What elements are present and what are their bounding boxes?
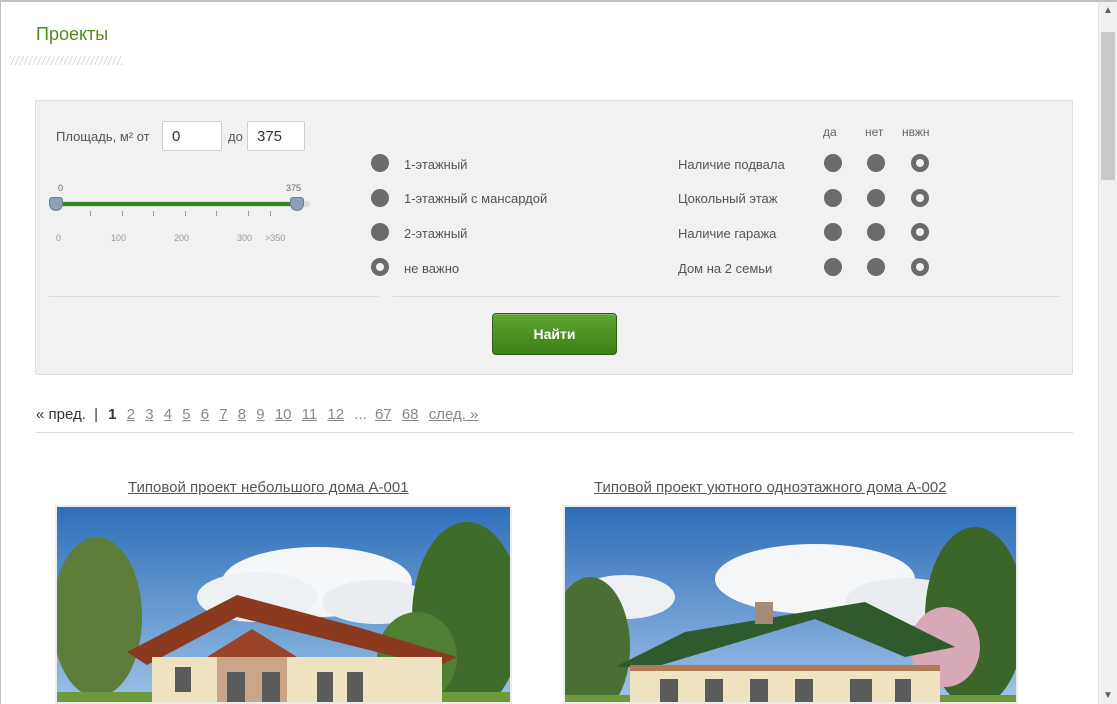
- project-title-link[interactable]: Типовой проект уютного одноэтажного дома…: [594, 479, 947, 496]
- slider-tick: [153, 211, 154, 216]
- pagination-page[interactable]: 67: [375, 406, 392, 423]
- house-picture: [565, 507, 1016, 702]
- feature-radio-any[interactable]: [911, 189, 929, 207]
- floors-option-label: 1-этажный с мансардой: [404, 191, 548, 206]
- vertical-scrollbar[interactable]: ▲ ▼: [1098, 2, 1117, 704]
- feature-radio-yes[interactable]: [824, 258, 842, 276]
- feature-radio-yes[interactable]: [824, 154, 842, 172]
- feature-radio-any[interactable]: [911, 223, 929, 241]
- area-label: Площадь, м² от: [56, 129, 150, 144]
- feature-radio-any[interactable]: [911, 154, 929, 172]
- pagination-divider: [36, 432, 1073, 433]
- feature-radio-no[interactable]: [867, 223, 885, 241]
- feature-label: Наличие подвала: [678, 157, 785, 172]
- slider-tick: [248, 211, 249, 216]
- scroll-up-icon[interactable]: ▲: [1099, 2, 1117, 19]
- pagination: « пред. | 1 2 3 4 5 6 7 8 9 10 11 12 ...…: [36, 406, 484, 423]
- pagination-prev[interactable]: « пред.: [36, 406, 86, 423]
- pagination-page[interactable]: 10: [275, 406, 292, 423]
- page-title: Проекты: [36, 24, 109, 44]
- panel-divider: [49, 296, 379, 297]
- slider-tick: [216, 211, 217, 216]
- floors-option-label: 2-этажный: [404, 226, 468, 241]
- slider-scale-label: >350: [265, 233, 286, 243]
- scroll-thumb[interactable]: [1101, 32, 1115, 180]
- floors-radio-2[interactable]: [371, 189, 389, 207]
- area-slider-max-handle[interactable]: [290, 197, 304, 211]
- slider-tick: [90, 211, 91, 216]
- pagination-page[interactable]: 7: [219, 406, 227, 423]
- feature-radio-no[interactable]: [867, 258, 885, 276]
- project-title-link[interactable]: Типовой проект небольшого дома А-001: [128, 479, 409, 496]
- floors-radio-3[interactable]: [371, 223, 389, 241]
- pagination-page[interactable]: 8: [238, 406, 246, 423]
- pagination-separator: |: [94, 406, 98, 423]
- area-to-input[interactable]: [247, 121, 305, 151]
- pagination-page[interactable]: 68: [402, 406, 419, 423]
- feature-label: Дом на 2 семьи: [678, 261, 773, 276]
- feature-radio-no[interactable]: [867, 189, 885, 207]
- area-to-label: до: [228, 129, 243, 144]
- scroll-down-icon[interactable]: ▼: [1099, 687, 1117, 704]
- column-header-no: нет: [865, 125, 884, 139]
- pagination-page[interactable]: 5: [182, 406, 190, 423]
- feature-label: Цокольный этаж: [678, 191, 778, 206]
- project-image[interactable]: [563, 505, 1018, 704]
- floors-option-label: не важно: [404, 261, 460, 276]
- slider-max-value: 375: [286, 183, 302, 193]
- title-underline-decoration: [10, 56, 122, 65]
- slider-tick: [270, 211, 271, 216]
- slider-tick: [122, 211, 123, 216]
- panel-divider: [393, 296, 1060, 297]
- column-header-yes: да: [823, 125, 837, 139]
- feature-radio-no[interactable]: [867, 154, 885, 172]
- slider-scale-label: 300: [237, 233, 253, 243]
- pagination-page[interactable]: 9: [256, 406, 264, 423]
- project-image[interactable]: [55, 505, 512, 704]
- pagination-page[interactable]: 4: [164, 406, 172, 423]
- slider-scale-label: 200: [174, 233, 190, 243]
- house-picture: [57, 507, 510, 702]
- pagination-page[interactable]: 11: [302, 406, 318, 423]
- pagination-next[interactable]: след. »: [429, 406, 479, 423]
- area-slider-min-handle[interactable]: [49, 197, 63, 211]
- pagination-page[interactable]: 6: [201, 406, 209, 423]
- slider-tick: [185, 211, 186, 216]
- find-button[interactable]: Найти: [492, 313, 617, 355]
- pagination-page[interactable]: 3: [145, 406, 153, 423]
- pagination-page[interactable]: 2: [127, 406, 135, 423]
- area-from-input[interactable]: [162, 121, 222, 151]
- floors-radio-1[interactable]: [371, 154, 389, 172]
- column-header-any: нвжн: [902, 125, 930, 139]
- slider-scale-label: 0: [56, 233, 62, 243]
- feature-radio-any[interactable]: [911, 258, 929, 276]
- floors-radio-any[interactable]: [371, 258, 389, 276]
- feature-radio-yes[interactable]: [824, 223, 842, 241]
- pagination-current: 1: [108, 406, 117, 423]
- area-slider-range: [56, 202, 297, 206]
- slider-scale-label: 100: [111, 233, 127, 243]
- feature-label: Наличие гаража: [678, 226, 777, 241]
- pagination-ellipsis: ...: [354, 406, 367, 423]
- feature-radio-yes[interactable]: [824, 189, 842, 207]
- pagination-page[interactable]: 12: [327, 406, 344, 423]
- slider-min-value: 0: [58, 183, 64, 193]
- floors-option-label: 1-этажный: [404, 157, 468, 172]
